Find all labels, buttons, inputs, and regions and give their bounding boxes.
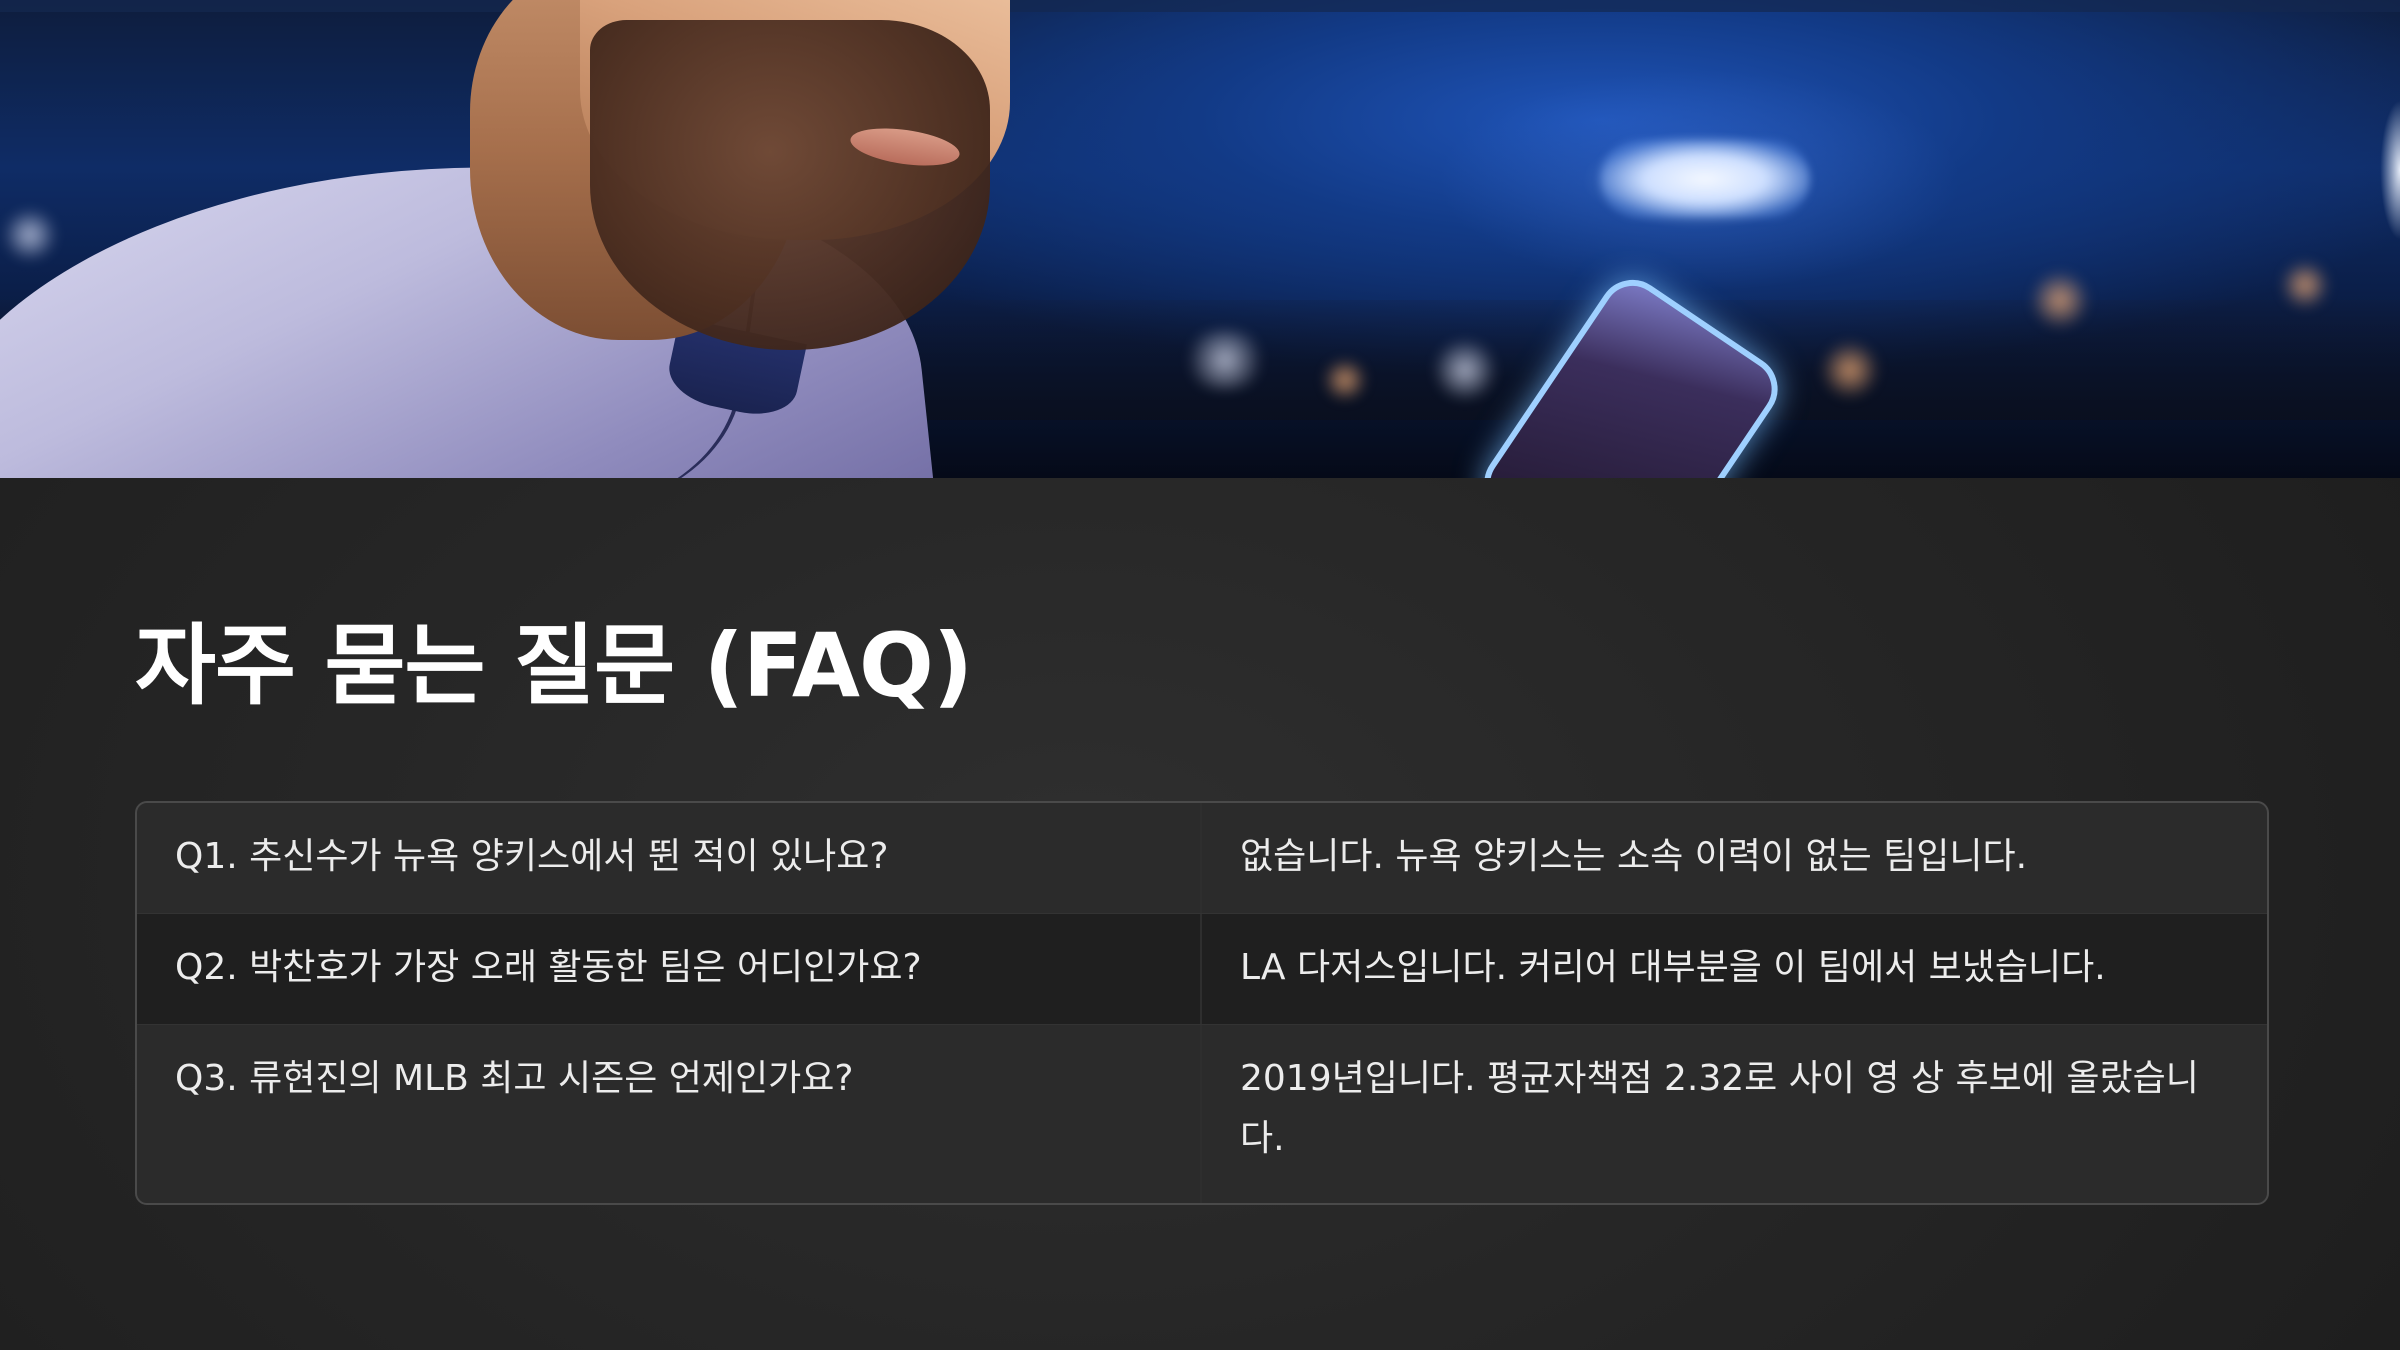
stadium-light (0, 210, 60, 260)
faq-question: Q3. 류현진의 MLB 최고 시즌은 언제인가요? (137, 1025, 1202, 1203)
faq-answer: 2019년입니다. 평균자책점 2.32로 사이 영 상 후보에 올랐습니다. (1240, 1058, 2199, 1159)
faq-section: 자주 묻는 질문 (FAQ) Q1. 추신수가 뉴욕 양키스에서 뛴 적이 있나… (0, 478, 2400, 1350)
page-title: 자주 묻는 질문 (FAQ) (135, 614, 973, 717)
player-beard (590, 20, 990, 350)
stadium-light (2030, 270, 2090, 330)
stadium-floodlight (1600, 140, 1810, 218)
stadium-light (1820, 340, 1880, 400)
hero-image (0, 0, 2400, 478)
faq-answer: 없습니다. 뉴욕 양키스는 소속 이력이 없는 팀입니다. (1240, 836, 2028, 877)
stadium-light (1430, 340, 1500, 400)
faq-row: Q3. 류현진의 MLB 최고 시즌은 언제인가요? 2019년입니다. 평균자… (137, 1024, 2267, 1203)
faq-row: Q1. 추신수가 뉴욕 양키스에서 뛴 적이 있나요? 없습니다. 뉴욕 양키스… (137, 803, 2267, 913)
stadium-light (1320, 360, 1370, 400)
slide: 자주 묻는 질문 (FAQ) Q1. 추신수가 뉴욕 양키스에서 뛴 적이 있나… (0, 0, 2400, 1350)
faq-row: Q2. 박찬호가 가장 오래 활동한 팀은 어디인가요? LA 다저스입니다. … (137, 913, 2267, 1024)
faq-question: Q2. 박찬호가 가장 오래 활동한 팀은 어디인가요? (137, 914, 1202, 1024)
faq-answer: LA 다저스입니다. 커리어 대부분을 이 팀에서 보냈습니다. (1240, 947, 2106, 988)
faq-question: Q1. 추신수가 뉴욕 양키스에서 뛴 적이 있나요? (137, 803, 1202, 913)
stadium-light (2280, 260, 2330, 310)
edge-light (2380, 100, 2400, 240)
faq-table: Q1. 추신수가 뉴욕 양키스에서 뛴 적이 있나요? 없습니다. 뉴욕 양키스… (135, 801, 2269, 1205)
hero-top-edge (0, 0, 2400, 12)
stadium-light (1180, 330, 1270, 390)
